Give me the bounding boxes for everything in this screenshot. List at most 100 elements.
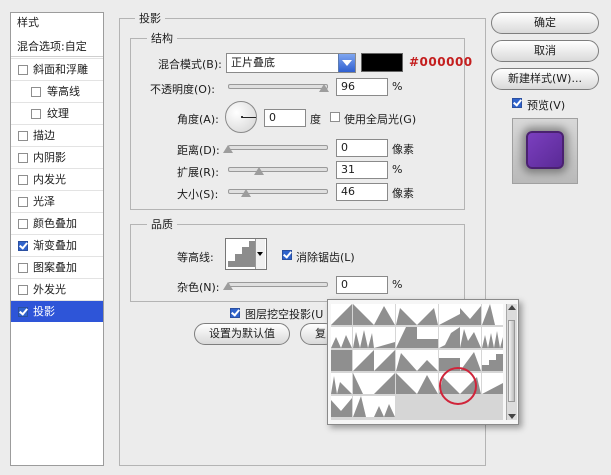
noise-slider[interactable] [228, 282, 328, 287]
contour-preset-thumbnail[interactable] [395, 350, 417, 371]
contour-preset-thumbnail[interactable] [352, 350, 374, 371]
global-light-checkbox[interactable] [330, 112, 340, 122]
size-input[interactable]: 46 [336, 183, 388, 201]
styles-header[interactable]: 样式 [11, 13, 103, 33]
preview-label: 预览(V) [527, 99, 566, 112]
style-item-checkbox[interactable] [31, 87, 41, 97]
distance-slider-thumb[interactable] [223, 145, 233, 153]
style-item-checkbox[interactable] [18, 307, 28, 317]
size-slider-thumb[interactable] [241, 189, 251, 197]
contour-preset-thumbnail[interactable] [395, 304, 417, 325]
scroll-up-icon[interactable] [508, 305, 516, 310]
style-item[interactable]: 纹理 [11, 102, 103, 124]
style-item-checkbox[interactable] [18, 263, 28, 273]
popup-scrollbar[interactable] [506, 304, 517, 420]
contour-preset-thumbnail[interactable] [374, 396, 395, 417]
contour-preset-thumbnail[interactable] [417, 327, 438, 348]
knockout-label: 图层挖空投影(U [245, 308, 324, 321]
contour-preset-thumbnail[interactable] [481, 327, 503, 348]
style-item[interactable]: 图案叠加 [11, 256, 103, 278]
contour-preset-thumbnail[interactable] [331, 396, 352, 417]
contour-preset-thumbnail[interactable] [395, 327, 417, 348]
distance-label: 距离(D): [177, 144, 220, 157]
style-item-checkbox[interactable] [18, 241, 28, 251]
style-item-checkbox[interactable] [18, 175, 28, 185]
style-item-checkbox[interactable] [18, 219, 28, 229]
contour-preset-thumbnail[interactable] [417, 350, 438, 371]
style-item[interactable]: 投影 [11, 300, 103, 322]
structure-title: 结构 [147, 30, 177, 46]
ok-button[interactable]: 确定 [491, 12, 599, 34]
style-item-label: 渐变叠加 [33, 239, 77, 252]
contour-preset-thumbnail[interactable] [374, 327, 395, 348]
style-item[interactable]: 光泽 [11, 190, 103, 212]
contour-preset-thumbnail[interactable] [481, 304, 503, 325]
style-item[interactable]: 外发光 [11, 278, 103, 300]
style-item-label: 内发光 [33, 173, 66, 186]
blend-mode-select[interactable]: 正片叠底 [226, 53, 356, 73]
contour-preset-thumbnail[interactable] [331, 327, 352, 348]
style-item-label: 投影 [33, 305, 55, 318]
contour-preset-thumbnail[interactable] [395, 373, 417, 394]
style-item[interactable]: 内发光 [11, 168, 103, 190]
style-item-checkbox[interactable] [18, 153, 28, 163]
opacity-slider-thumb[interactable] [319, 84, 329, 92]
opacity-slider[interactable] [228, 84, 328, 89]
opacity-input[interactable]: 96 [336, 78, 388, 96]
style-item[interactable]: 渐变叠加 [11, 234, 103, 256]
antialias-checkbox[interactable] [282, 250, 292, 260]
contour-picker[interactable] [225, 238, 267, 270]
contour-preset-thumbnail[interactable] [481, 373, 503, 394]
shadow-color-swatch[interactable] [361, 53, 403, 72]
contour-dropdown-arrow-icon[interactable] [255, 239, 265, 269]
contour-preset-thumbnail[interactable] [460, 304, 481, 325]
contour-preset-thumbnail[interactable] [438, 327, 460, 348]
style-item-checkbox[interactable] [18, 197, 28, 207]
noise-slider-thumb[interactable] [223, 282, 233, 290]
style-item-checkbox[interactable] [18, 285, 28, 295]
style-item[interactable]: 斜面和浮雕 [11, 58, 103, 80]
style-item[interactable]: 颜色叠加 [11, 212, 103, 234]
dropdown-arrow-icon[interactable] [338, 54, 355, 72]
contour-preset-thumbnail[interactable] [438, 304, 460, 325]
scroll-down-icon[interactable] [508, 414, 516, 419]
contour-preset-thumbnail[interactable] [352, 327, 374, 348]
style-item-checkbox[interactable] [18, 131, 28, 141]
new-style-button[interactable]: 新建样式(W)... [491, 68, 599, 90]
style-item[interactable]: 描边 [11, 124, 103, 146]
contour-preset-thumbnail[interactable] [352, 373, 374, 394]
contour-preset-thumbnail[interactable] [417, 304, 438, 325]
distance-slider[interactable] [228, 145, 328, 150]
style-item[interactable]: 内阴影 [11, 146, 103, 168]
contour-preset-thumbnail[interactable] [417, 373, 438, 394]
blending-options-item[interactable]: 混合选项:自定 [11, 37, 103, 57]
style-item-checkbox[interactable] [18, 65, 28, 75]
spread-input[interactable]: 31 [336, 161, 388, 179]
distance-input[interactable]: 0 [336, 139, 388, 157]
scroll-thumb[interactable] [508, 320, 515, 402]
preview-checkbox[interactable] [512, 98, 522, 108]
spread-slider-thumb[interactable] [254, 167, 264, 175]
preview-swatch [526, 131, 564, 169]
contour-preset-thumbnail[interactable] [374, 304, 395, 325]
contour-preset-thumbnail[interactable] [331, 350, 352, 371]
angle-dial[interactable] [225, 101, 257, 133]
contour-preset-thumbnail[interactable] [331, 373, 352, 394]
set-default-button[interactable]: 设置为默认值 [194, 323, 290, 345]
knockout-checkbox[interactable] [230, 308, 240, 318]
style-item[interactable]: 等高线 [11, 80, 103, 102]
angle-unit: 度 [310, 113, 321, 126]
contour-preset-thumbnail[interactable] [374, 373, 395, 394]
noise-input[interactable]: 0 [336, 276, 388, 294]
angle-input[interactable]: 0 [264, 109, 306, 127]
opacity-percent: % [392, 80, 403, 93]
cancel-button[interactable]: 取消 [491, 40, 599, 62]
contour-preset-thumbnail[interactable] [374, 350, 395, 371]
spread-slider[interactable] [228, 167, 328, 172]
contour-preset-thumbnail[interactable] [481, 350, 503, 371]
contour-preset-thumbnail[interactable] [352, 304, 374, 325]
contour-preset-thumbnail[interactable] [352, 396, 374, 417]
contour-preset-thumbnail[interactable] [331, 304, 352, 325]
style-item-checkbox[interactable] [31, 109, 41, 119]
contour-preset-thumbnail[interactable] [460, 327, 481, 348]
